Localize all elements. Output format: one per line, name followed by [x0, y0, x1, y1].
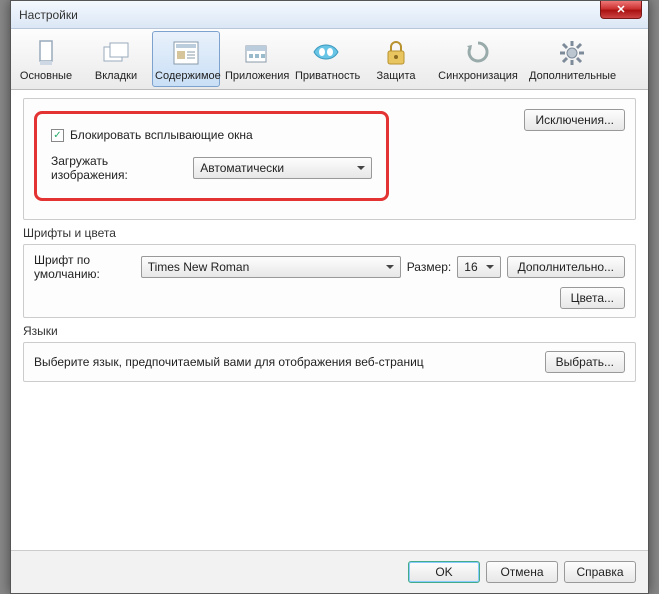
tab-sync[interactable]: Синхронизация	[432, 31, 524, 87]
window-title: Настройки	[19, 8, 78, 22]
popups-section: ✓ Блокировать всплывающие окна Загружать…	[23, 98, 636, 220]
tab-general-label: Основные	[15, 70, 77, 82]
general-icon	[15, 38, 77, 68]
sync-icon	[435, 38, 521, 68]
tab-applications-label: Приложения	[225, 70, 287, 82]
close-icon: ✕	[616, 3, 625, 16]
tab-security[interactable]: Защита	[362, 31, 430, 87]
category-toolbar: Основные Вкладки Содержимое Приложения П…	[11, 29, 648, 90]
block-popups-label: Блокировать всплывающие окна	[70, 128, 253, 142]
tab-general[interactable]: Основные	[12, 31, 80, 87]
ok-button[interactable]: OK	[408, 561, 480, 583]
close-button[interactable]: ✕	[600, 1, 642, 19]
privacy-icon	[295, 38, 357, 68]
tab-advanced-label: Дополнительные	[529, 70, 615, 82]
default-font-value: Times New Roman	[148, 260, 250, 274]
fonts-section: Шрифт по умолчанию: Times New Roman Разм…	[23, 244, 636, 318]
cancel-button[interactable]: Отмена	[486, 561, 558, 583]
highlight-box: ✓ Блокировать всплывающие окна Загружать…	[34, 111, 389, 201]
tab-security-label: Защита	[365, 70, 427, 82]
tab-applications[interactable]: Приложения	[222, 31, 290, 87]
titlebar: Настройки ✕	[11, 1, 648, 29]
content-icon	[155, 38, 217, 68]
tab-tabs-label: Вкладки	[85, 70, 147, 82]
tab-sync-label: Синхронизация	[435, 70, 521, 82]
tabs-icon	[85, 38, 147, 68]
choose-language-button[interactable]: Выбрать...	[545, 351, 625, 373]
tab-tabs[interactable]: Вкладки	[82, 31, 150, 87]
block-popups-checkbox[interactable]: ✓	[51, 129, 64, 142]
load-images-select[interactable]: Автоматически	[193, 157, 372, 179]
settings-window: Настройки ✕ Основные Вкладки Содержимое	[10, 0, 649, 594]
exceptions-button[interactable]: Исключения...	[524, 109, 625, 131]
load-images-value: Автоматически	[200, 161, 284, 175]
tab-privacy-label: Приватность	[295, 70, 357, 82]
load-images-label: Загружать изображения:	[51, 154, 187, 182]
content-pane: ✓ Блокировать всплывающие окна Загружать…	[11, 90, 648, 550]
lock-icon	[365, 38, 427, 68]
colors-button[interactable]: Цвета...	[560, 287, 625, 309]
languages-desc: Выберите язык, предпочитаемый вами для о…	[34, 355, 545, 369]
languages-group-title: Языки	[23, 324, 636, 338]
gear-icon	[529, 38, 615, 68]
default-font-select[interactable]: Times New Roman	[141, 256, 401, 278]
fonts-group-title: Шрифты и цвета	[23, 226, 636, 240]
font-size-label: Размер:	[407, 260, 452, 274]
font-size-select[interactable]: 16	[457, 256, 500, 278]
help-button[interactable]: Справка	[564, 561, 636, 583]
languages-section: Выберите язык, предпочитаемый вами для о…	[23, 342, 636, 382]
fonts-advanced-button[interactable]: Дополнительно...	[507, 256, 625, 278]
font-size-value: 16	[464, 260, 477, 274]
tab-content-label: Содержимое	[155, 70, 217, 82]
tab-advanced[interactable]: Дополнительные	[526, 31, 618, 87]
dialog-footer: OK Отмена Справка	[11, 550, 648, 593]
tab-content[interactable]: Содержимое	[152, 31, 220, 87]
tab-privacy[interactable]: Приватность	[292, 31, 360, 87]
default-font-label: Шрифт по умолчанию:	[34, 253, 135, 281]
applications-icon	[225, 38, 287, 68]
